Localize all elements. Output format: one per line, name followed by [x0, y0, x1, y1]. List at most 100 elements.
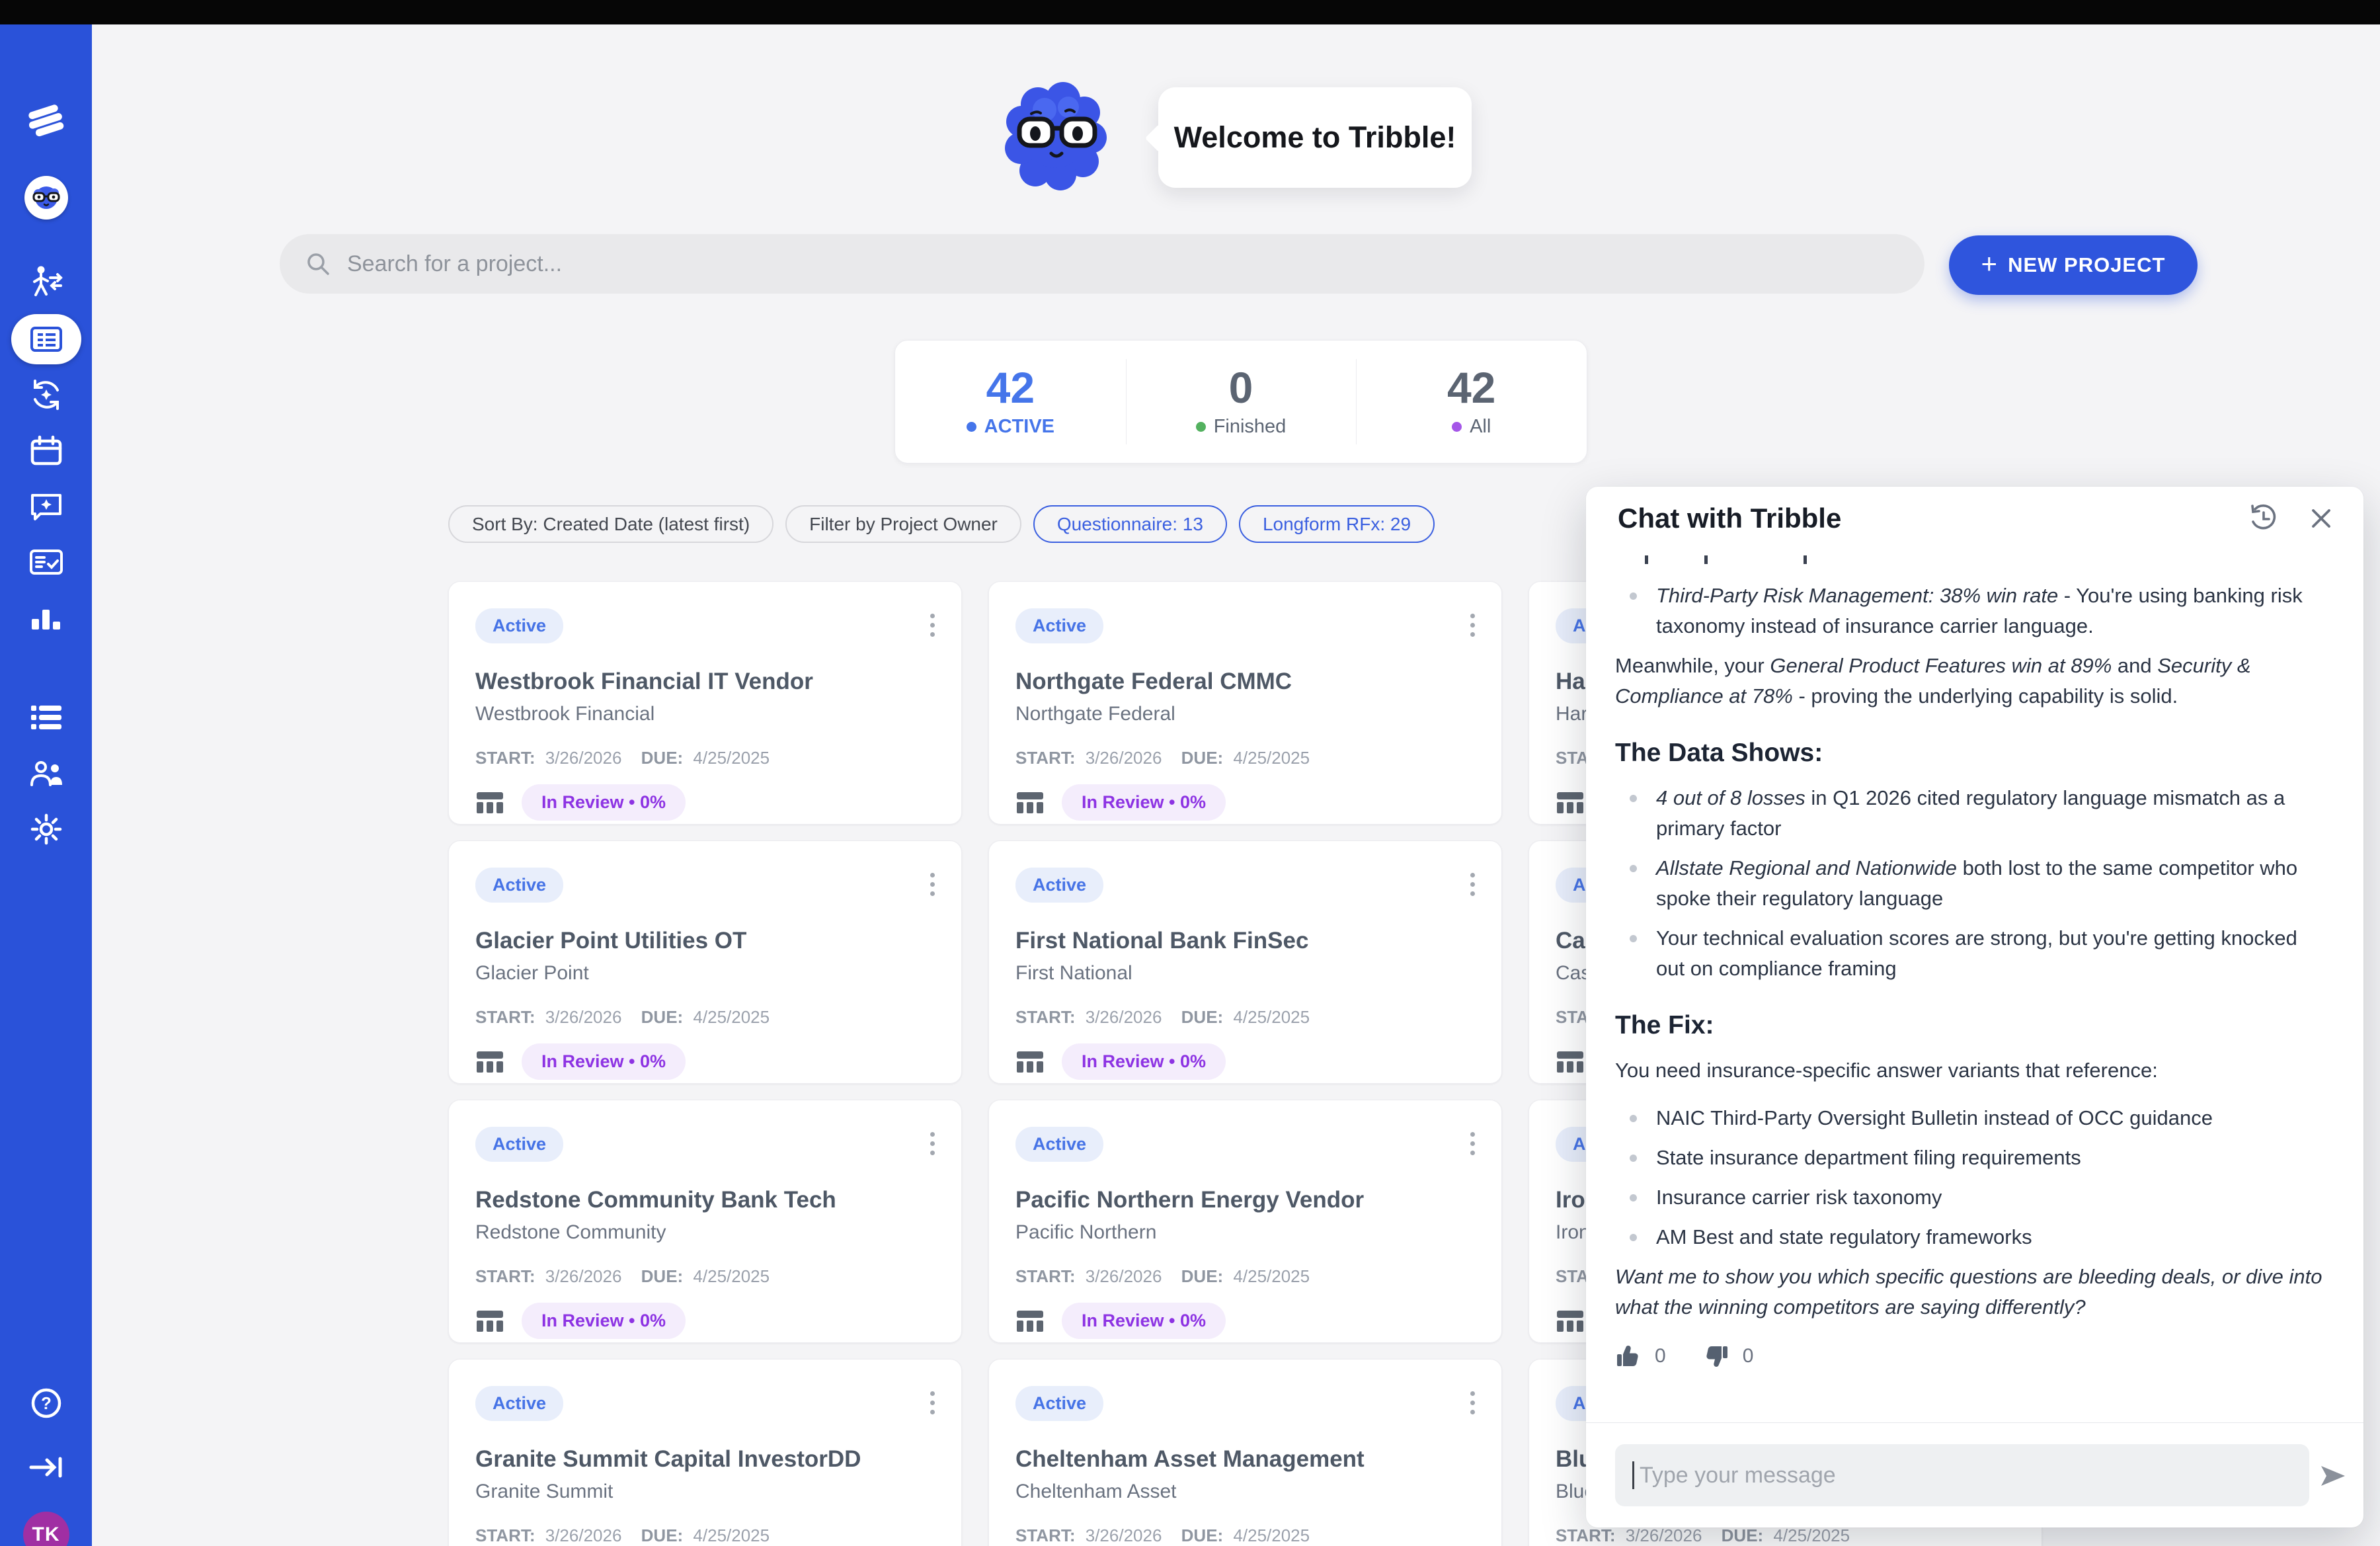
chat-sparkle-icon[interactable] [28, 490, 64, 523]
projects-icon[interactable] [11, 314, 81, 364]
settings-gear-icon[interactable] [29, 812, 63, 846]
start-label: START: [1015, 748, 1076, 768]
user-avatar[interactable]: TK [23, 1512, 69, 1546]
help-icon[interactable]: ? [29, 1386, 63, 1420]
message-input[interactable] [1638, 1462, 2309, 1489]
due-label: DUE: [641, 1266, 684, 1286]
thumbs-up-icon[interactable] [1615, 1343, 1642, 1369]
bullet-dot [1630, 795, 1637, 802]
project-card[interactable]: Active First National Bank FinSec First … [988, 840, 1502, 1084]
start-label: START: [1015, 1266, 1076, 1286]
start-label: START: [1015, 1007, 1076, 1027]
review-badge: In Review • 0% [522, 1043, 686, 1080]
checklist-icon[interactable] [28, 547, 64, 577]
filter-chip[interactable]: Questionnaire: 13 [1033, 505, 1227, 543]
top-bar [0, 0, 2380, 24]
active-dot [967, 422, 976, 432]
stat-finished[interactable]: 0 Finished [1126, 341, 1357, 463]
chat-bullet-item: Your technical evaluation scores are str… [1615, 923, 2326, 984]
start-label: START: [475, 1266, 536, 1286]
chat-bullet-item: AM Best and state regulatory frameworks [1615, 1222, 2326, 1252]
sync-icon[interactable] [28, 377, 64, 413]
sidebar: ? TK [0, 24, 92, 1546]
kebab-menu-icon[interactable] [926, 1128, 939, 1159]
search-bar[interactable] [280, 234, 1924, 294]
kebab-menu-icon[interactable] [1466, 1128, 1479, 1159]
project-card[interactable]: Active Redstone Community Bank Tech Reds… [448, 1100, 962, 1343]
chat-bullet-item: NAIC Third-Party Oversight Bulletin inst… [1615, 1103, 2326, 1133]
kebab-menu-icon[interactable] [926, 869, 939, 900]
table-icon [475, 1047, 504, 1077]
search-input[interactable] [346, 251, 1924, 278]
tribble-mascot [997, 78, 1116, 199]
mascot-avatar-icon[interactable] [24, 176, 68, 220]
project-dates: START: 3/26/2026 DUE: 4/25/2025 [1015, 1526, 1475, 1546]
project-title: Pacific Northern Energy Vendor [1015, 1187, 1475, 1213]
team-icon[interactable] [28, 758, 65, 788]
stat-all[interactable]: 42 All [1356, 341, 1587, 463]
review-badge: In Review • 0% [522, 784, 686, 821]
start-label: START: [475, 1007, 536, 1027]
bar-chart-icon[interactable] [29, 604, 63, 633]
project-stats-card: 42 ACTIVE 0 Finished 42 All [894, 340, 1587, 464]
project-card[interactable]: Active Westbrook Financial IT Vendor Wes… [448, 581, 962, 825]
filter-chip[interactable]: Sort By: Created Date (latest first) [448, 505, 774, 543]
tribble-logo-icon[interactable] [26, 104, 67, 138]
stat-active[interactable]: 42 ACTIVE [895, 341, 1126, 463]
new-project-button[interactable]: + NEW PROJECT [1949, 235, 2198, 295]
project-card[interactable]: Active Pacific Northern Energy Vendor Pa… [988, 1100, 1502, 1343]
filter-chip[interactable]: Longform RFx: 29 [1239, 505, 1435, 543]
kebab-menu-icon[interactable] [1466, 610, 1479, 641]
project-client: Granite Summit [475, 1481, 935, 1503]
project-title: Glacier Point Utilities OT [475, 928, 935, 954]
chat-message-body: Third-Party Risk Management: 38% win rat… [1615, 555, 2326, 1412]
history-icon[interactable] [2248, 503, 2279, 534]
project-client: Pacific Northern [1015, 1221, 1475, 1244]
svg-text:?: ? [41, 1393, 52, 1413]
table-icon [1015, 1047, 1045, 1077]
project-card[interactable]: Active Northgate Federal CMMC Northgate … [988, 581, 1502, 825]
chat-bullet-item: 4 out of 8 losses in Q1 2026 cited regul… [1615, 783, 2326, 844]
project-title: Redstone Community Bank Tech [475, 1187, 935, 1213]
bullet-dot [1630, 1234, 1637, 1241]
filter-chip[interactable]: Filter by Project Owner [785, 505, 1021, 543]
project-title: Northgate Federal CMMC [1015, 669, 1475, 695]
calendar-icon[interactable] [29, 435, 63, 468]
project-card[interactable]: Active Cheltenham Asset Management Chelt… [988, 1359, 1502, 1546]
send-icon[interactable] [2319, 1463, 2348, 1489]
kebab-menu-icon[interactable] [1466, 1387, 1479, 1418]
start-label: START: [1015, 1526, 1076, 1545]
collapse-icon[interactable] [28, 1454, 64, 1481]
start-label: START: [1556, 1526, 1616, 1545]
project-client: Cheltenham Asset [1015, 1481, 1475, 1503]
due-label: DUE: [1181, 1526, 1224, 1545]
bullet-dot [1630, 1115, 1637, 1122]
agents-icon[interactable] [28, 264, 65, 299]
review-badge: In Review • 0% [1062, 1303, 1226, 1339]
close-icon[interactable] [2308, 505, 2334, 532]
bullet-dot [1630, 935, 1637, 942]
status-badge: Active [475, 608, 563, 643]
thumbs-down-icon[interactable] [1703, 1343, 1729, 1369]
project-card[interactable]: Active Glacier Point Utilities OT Glacie… [448, 840, 962, 1084]
message-input-wrap[interactable] [1615, 1444, 2309, 1506]
thumbs-up-count: 0 [1655, 1341, 1666, 1371]
filter-chips: Sort By: Created Date (latest first) Filt… [448, 505, 1435, 543]
start-label: START: [475, 1526, 536, 1545]
welcome-bubble: Welcome to Tribble! [1158, 87, 1472, 188]
search-icon [305, 251, 331, 277]
table-icon [1556, 1307, 1585, 1336]
project-client: First National [1015, 962, 1475, 985]
kebab-menu-icon[interactable] [926, 610, 939, 641]
due-label: DUE: [1722, 1526, 1764, 1545]
status-badge: Active [1015, 1386, 1103, 1421]
plus-icon: + [1981, 250, 1998, 278]
start-label: START: [475, 748, 536, 768]
chat-bullet-item: Allstate Regional and Nationwide both lo… [1615, 853, 2326, 914]
kebab-menu-icon[interactable] [926, 1387, 939, 1418]
project-title: Cheltenham Asset Management [1015, 1446, 1475, 1473]
rows-icon[interactable] [28, 703, 64, 732]
project-card[interactable]: Active Granite Summit Capital InvestorDD… [448, 1359, 962, 1546]
kebab-menu-icon[interactable] [1466, 869, 1479, 900]
status-badge: Active [1015, 608, 1103, 643]
